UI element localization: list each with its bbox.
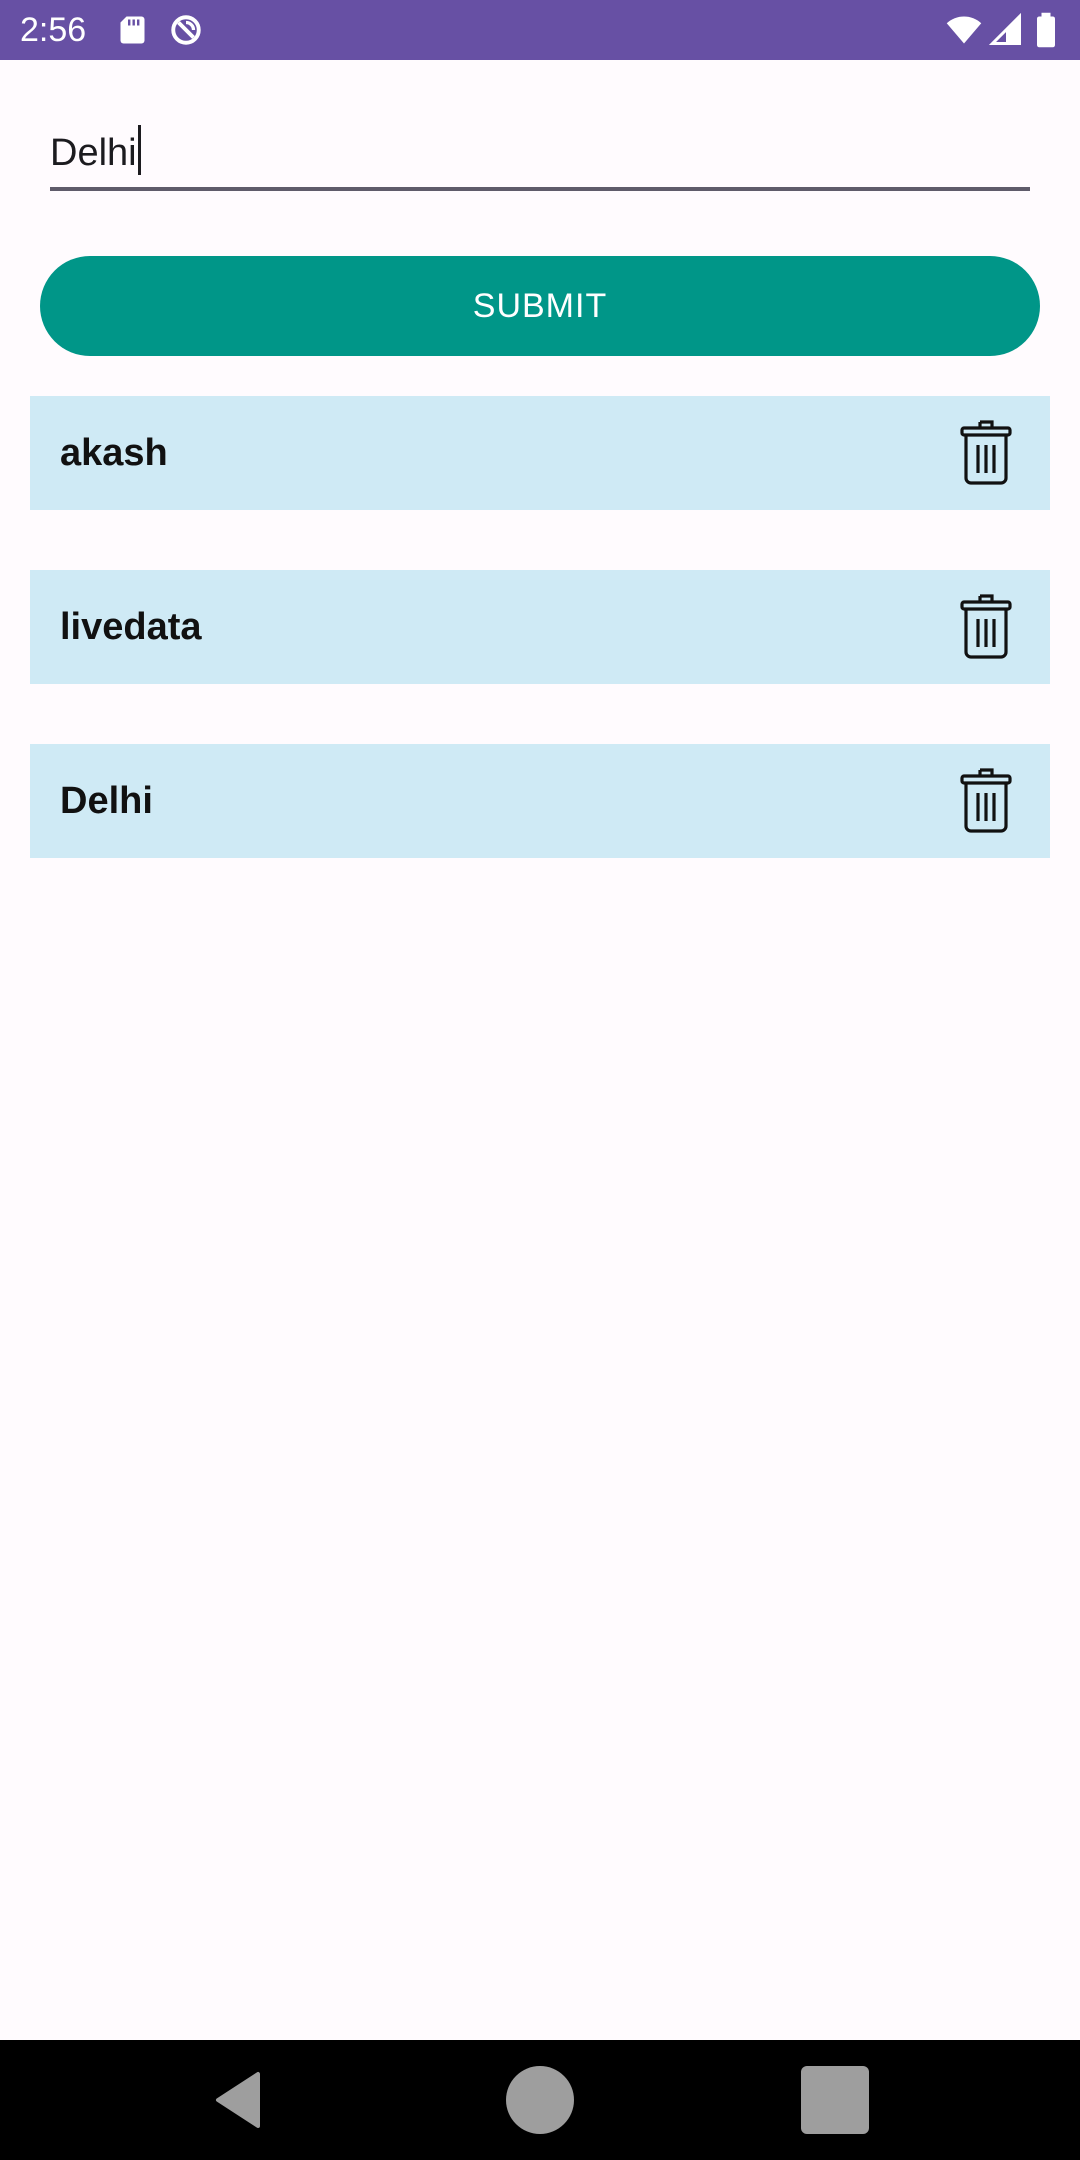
battery-icon <box>1032 12 1060 48</box>
sync-disabled-icon <box>168 12 204 48</box>
list-item[interactable]: akash <box>30 396 1050 510</box>
city-input-value: Delhi <box>50 132 137 174</box>
trash-icon[interactable] <box>960 593 1012 659</box>
recents-icon[interactable] <box>795 2060 875 2140</box>
status-bar: 2:56 <box>0 0 1080 60</box>
trash-icon[interactable] <box>960 419 1012 485</box>
list-item-label: Delhi <box>60 780 153 822</box>
navigation-bar <box>0 2040 1080 2160</box>
submit-button[interactable]: SUBMIT <box>40 256 1040 356</box>
list-item[interactable]: Delhi <box>30 744 1050 858</box>
list-item[interactable]: livedata <box>30 570 1050 684</box>
list-item-label: livedata <box>60 606 202 648</box>
wifi-icon <box>946 12 982 48</box>
sd-card-icon <box>116 12 152 48</box>
status-time: 2:56 <box>20 11 87 49</box>
city-input-field[interactable]: Delhi <box>50 115 1030 191</box>
text-caret <box>137 125 141 175</box>
list-item-label: akash <box>60 432 168 474</box>
city-input[interactable]: Delhi <box>50 125 141 177</box>
back-icon[interactable] <box>202 2060 282 2140</box>
trash-icon[interactable] <box>960 767 1012 833</box>
signal-icon <box>988 12 1024 48</box>
home-icon[interactable] <box>500 2060 580 2140</box>
